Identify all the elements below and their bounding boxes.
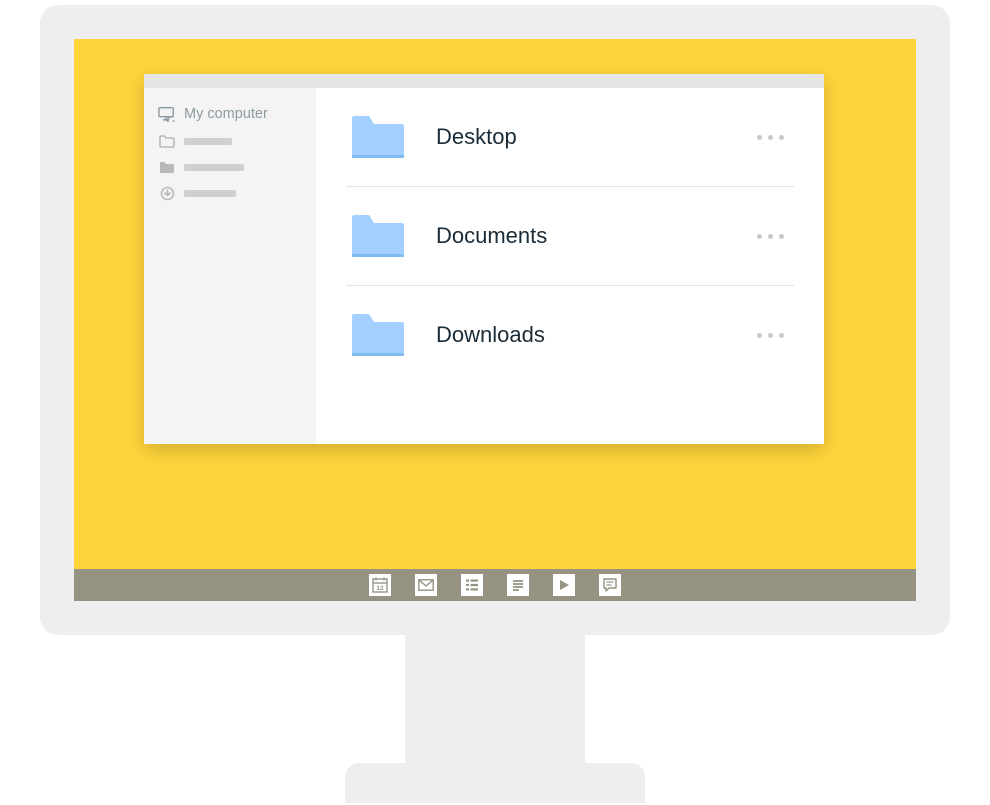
- folder-list: Desktop Documents: [316, 88, 824, 444]
- list-icon[interactable]: [461, 574, 483, 596]
- window-titlebar[interactable]: [144, 74, 824, 88]
- monitor-body: My computer: [40, 5, 950, 635]
- sidebar-item-my-computer[interactable]: My computer: [154, 100, 306, 128]
- sidebar-item-placeholder: [184, 164, 244, 171]
- monitor-illustration: My computer: [40, 5, 950, 803]
- sidebar-item-folder-1[interactable]: [154, 128, 306, 154]
- download-circle-icon: [158, 186, 176, 200]
- taskbar: 12: [74, 569, 916, 601]
- sidebar-item-placeholder: [184, 138, 232, 145]
- file-explorer-window: My computer: [144, 74, 824, 444]
- sidebar-item-folder-2[interactable]: [154, 154, 306, 180]
- sidebar: My computer: [144, 88, 316, 444]
- monitor-base: [345, 763, 645, 803]
- calendar-icon[interactable]: 12: [369, 574, 391, 596]
- more-icon[interactable]: [751, 228, 790, 245]
- folder-outline-icon: [158, 134, 176, 148]
- more-icon[interactable]: [751, 129, 790, 146]
- more-icon[interactable]: [751, 327, 790, 344]
- folder-icon: [350, 213, 406, 259]
- folder-solid-icon: [158, 160, 176, 174]
- folder-icon: [350, 114, 406, 160]
- folder-row-desktop[interactable]: Desktop: [346, 88, 794, 187]
- sidebar-item-downloads[interactable]: [154, 180, 306, 206]
- window-body: My computer: [144, 88, 824, 444]
- play-icon[interactable]: [553, 574, 575, 596]
- computer-sync-icon: [158, 107, 176, 121]
- monitor-stand: [405, 635, 585, 765]
- folder-name: Documents: [436, 223, 721, 249]
- sidebar-item-label: My computer: [184, 106, 268, 122]
- folder-name: Desktop: [436, 124, 721, 150]
- sidebar-item-placeholder: [184, 190, 236, 197]
- folder-icon: [350, 312, 406, 358]
- svg-text:12: 12: [376, 585, 384, 592]
- monitor-screen: My computer: [74, 39, 916, 569]
- document-icon[interactable]: [507, 574, 529, 596]
- chat-icon[interactable]: [599, 574, 621, 596]
- folder-row-downloads[interactable]: Downloads: [346, 286, 794, 384]
- mail-icon[interactable]: [415, 574, 437, 596]
- folder-name: Downloads: [436, 322, 721, 348]
- folder-row-documents[interactable]: Documents: [346, 187, 794, 286]
